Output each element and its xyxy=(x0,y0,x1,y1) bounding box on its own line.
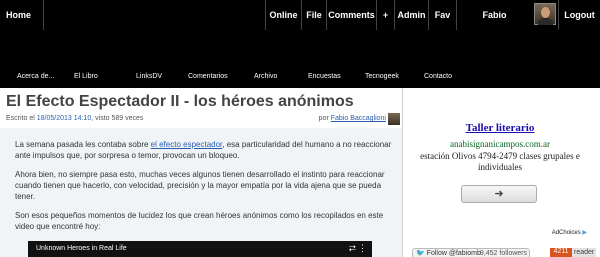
nav-item-comentarios[interactable]: Comentarios xyxy=(188,73,228,80)
author-link[interactable]: Fabio Baccaglioni xyxy=(331,115,386,122)
user-name-link[interactable]: Fabio Baccaglioni xyxy=(456,0,532,50)
paragraph-3: Son esos pequeños momentos de lucidez lo… xyxy=(15,211,384,231)
nav-item-linksdv[interactable]: LinksDV xyxy=(136,73,162,80)
ad-url[interactable]: anabisignanicampos.com.ar xyxy=(405,139,595,149)
comments-link[interactable]: Comments xyxy=(326,0,376,30)
logout-link[interactable]: Logout xyxy=(558,0,600,30)
paragraph-1: La semana pasada les contaba sobre el ef… xyxy=(15,140,392,160)
nav-item-tecnogeek[interactable]: Tecnogeek xyxy=(365,73,399,80)
main-nav: Acerca de... El Libro LinksDV Comentario… xyxy=(0,70,600,88)
ad-arrow-button[interactable]: ➜ xyxy=(461,185,537,203)
twitter-bird-icon: 🐦 xyxy=(416,250,425,257)
nav-item-contacto[interactable]: Contacto xyxy=(424,73,452,80)
twitter-follow-button[interactable]: 🐦 Follow @fabiomb 9,452 followers xyxy=(412,248,530,257)
efecto-espectador-link[interactable]: el efecto espectador xyxy=(151,140,223,149)
by-label: por xyxy=(318,115,329,122)
online-link[interactable]: Online xyxy=(265,0,301,30)
column-divider xyxy=(402,88,403,257)
home-link[interactable]: Home xyxy=(0,0,44,30)
file-link[interactable]: File xyxy=(301,0,326,30)
top-bar: Home Online File Comments + Admin Fav Fa… xyxy=(0,0,600,50)
fav-link[interactable]: Fav xyxy=(428,0,456,30)
reader-count: 4211 xyxy=(550,248,572,257)
paragraph-2: Ahora bien, no siempre pasa esto, muchas… xyxy=(15,170,385,201)
follower-count: 9,452 followers xyxy=(479,250,527,257)
byline: por Fabio Baccaglioni xyxy=(319,115,386,122)
follow-label: Follow @fabiomb xyxy=(426,250,481,257)
share-icon[interactable]: ⮂ xyxy=(349,243,356,254)
nav-item-encuestas[interactable]: Encuestas xyxy=(308,73,341,80)
meta-prefix: Escrito el xyxy=(6,115,35,122)
video-player[interactable]: Unknown Heroes in Real Life ⮂ ⋮ xyxy=(28,241,372,257)
reader-widget[interactable]: 4211 reader xyxy=(550,248,596,257)
post-date[interactable]: 18/05/2013 14:10 xyxy=(37,115,92,122)
ad-title[interactable]: Taller literario xyxy=(405,122,595,134)
ad-box[interactable]: Taller literario anabisignanicampos.com.… xyxy=(405,115,595,240)
user-avatar[interactable] xyxy=(534,3,556,25)
post-title[interactable]: El Efecto Espectador II - los héroes anó… xyxy=(6,93,354,111)
admin-link[interactable]: Admin xyxy=(394,0,428,30)
reader-label: reader xyxy=(574,249,595,256)
nav-item-acerca[interactable]: Acerca de... xyxy=(17,73,54,80)
post-meta: Escrito el 18/05/2013 14:10, visto 589 v… xyxy=(6,113,400,127)
author-avatar xyxy=(388,113,400,125)
ad-text: estación Olivos 4794-2479 clases grupale… xyxy=(420,151,580,172)
post-views: , visto 589 veces xyxy=(91,115,144,122)
nav-item-libro[interactable]: El Libro xyxy=(74,73,98,80)
plus-link[interactable]: + xyxy=(376,0,394,30)
nav-item-archivo[interactable]: Archivo xyxy=(254,73,277,80)
adchoices-icon: ▶ xyxy=(582,230,587,236)
video-title[interactable]: Unknown Heroes in Real Life xyxy=(36,245,127,252)
more-icon[interactable]: ⋮ xyxy=(358,243,367,254)
adchoices-link[interactable]: AdChoices ▶ xyxy=(552,229,587,236)
